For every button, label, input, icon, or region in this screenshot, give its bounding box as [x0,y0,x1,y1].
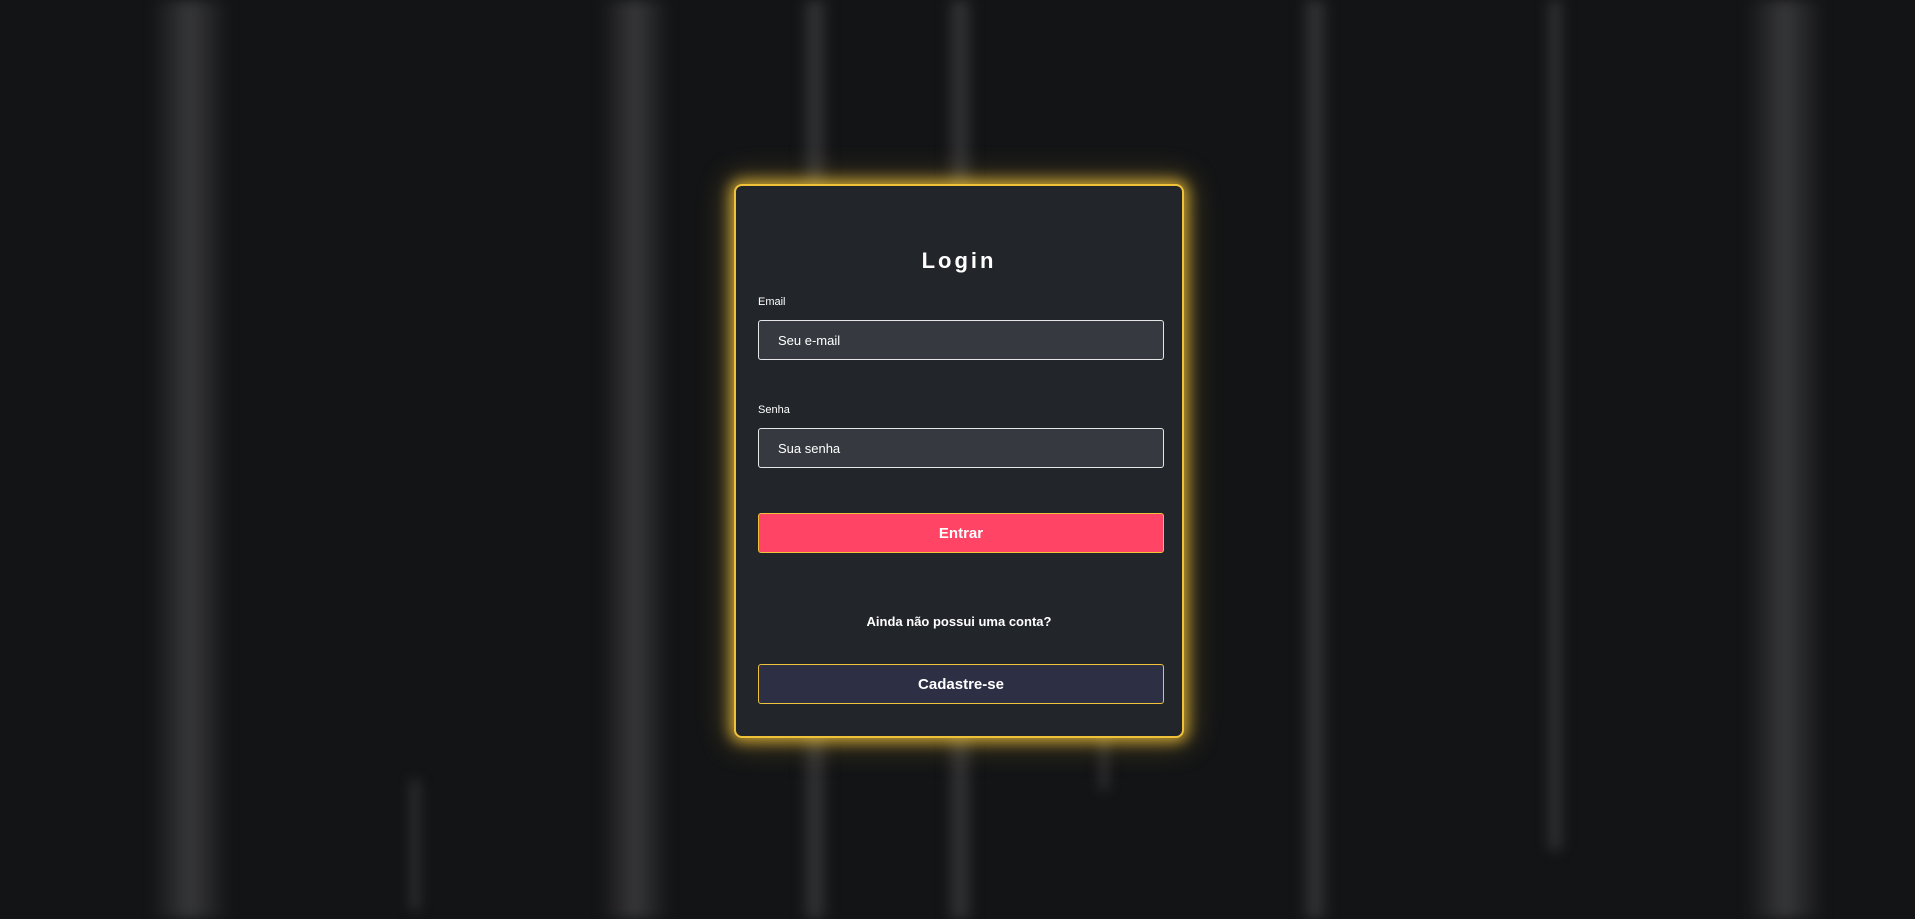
password-field[interactable] [758,428,1164,468]
signup-button[interactable]: Cadastre-se [758,664,1164,704]
page-title: Login [921,248,997,273]
signup-prompt: Ainda não possui uma conta? [866,614,1052,629]
email-field[interactable] [758,320,1164,360]
password-label: Senha [758,404,790,416]
background-light-stripe [600,0,670,919]
background-light-stripe [408,780,422,910]
background-light-stripe [1300,0,1330,919]
background-light-stripe [1545,0,1565,850]
submit-button[interactable]: Entrar [758,513,1164,553]
email-label: Email [758,296,786,308]
background-light-stripe [1745,0,1825,919]
login-card: Login Email Senha Entrar Ainda não possu… [734,184,1184,738]
background-light-stripe [150,0,230,919]
